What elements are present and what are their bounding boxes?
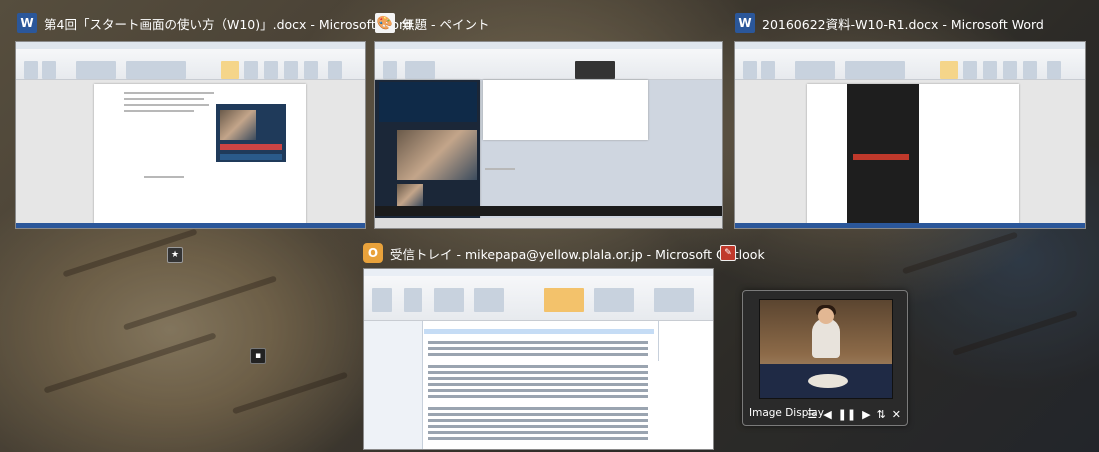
image-display-window[interactable]: Image Display ☰ ◀ ❚❚ ▶ ⇅ ✕ xyxy=(742,290,908,426)
window-title: 第4回「スタート画面の使い方（W10)」.docx - Microsoft Wo… xyxy=(44,16,412,32)
word-icon: W xyxy=(735,13,755,33)
menu-icon[interactable]: ☰ xyxy=(807,408,817,421)
window-title: 20160622資料-W10-R1.docx - Microsoft Word xyxy=(762,16,1044,32)
window-title-bar[interactable]: W 20160622資料-W10-R1.docx - Microsoft Wor… xyxy=(735,13,1044,33)
pause-icon[interactable]: ❚❚ xyxy=(838,408,856,421)
previous-icon[interactable]: ◀ xyxy=(823,408,831,421)
displayed-photo xyxy=(759,299,893,399)
window-thumbnail[interactable] xyxy=(374,41,723,229)
window-thumbnail[interactable] xyxy=(15,41,366,229)
window-title: 無題 - ペイント xyxy=(402,16,490,32)
window-title-bar[interactable]: 🎨 無題 - ペイント xyxy=(375,13,489,33)
sort-icon[interactable]: ⇅ xyxy=(877,408,886,421)
window-title-bar[interactable]: O 受信トレイ - mikepapa@yellow.plala.or.jp - … xyxy=(363,243,765,263)
paint-icon: 🎨 xyxy=(375,13,395,33)
word-icon: W xyxy=(17,13,37,33)
window-thumbnail[interactable] xyxy=(363,268,714,450)
window-title: 受信トレイ - mikepapa@yellow.plala.or.jp - Mi… xyxy=(390,246,765,262)
minimized-app-icon[interactable]: ★ xyxy=(167,247,183,263)
image-display-controls: ☰ ◀ ❚❚ ▶ ⇅ ✕ xyxy=(807,408,901,421)
window-thumbnail[interactable] xyxy=(734,41,1086,229)
minimized-app-icon[interactable]: ✎ xyxy=(720,245,736,261)
minimized-app-icon[interactable]: ▪ xyxy=(250,348,266,364)
next-icon[interactable]: ▶ xyxy=(862,408,870,421)
outlook-icon: O xyxy=(363,243,383,263)
window-title-bar[interactable]: W 第4回「スタート画面の使い方（W10)」.docx - Microsoft … xyxy=(17,13,412,33)
close-icon[interactable]: ✕ xyxy=(892,408,901,421)
